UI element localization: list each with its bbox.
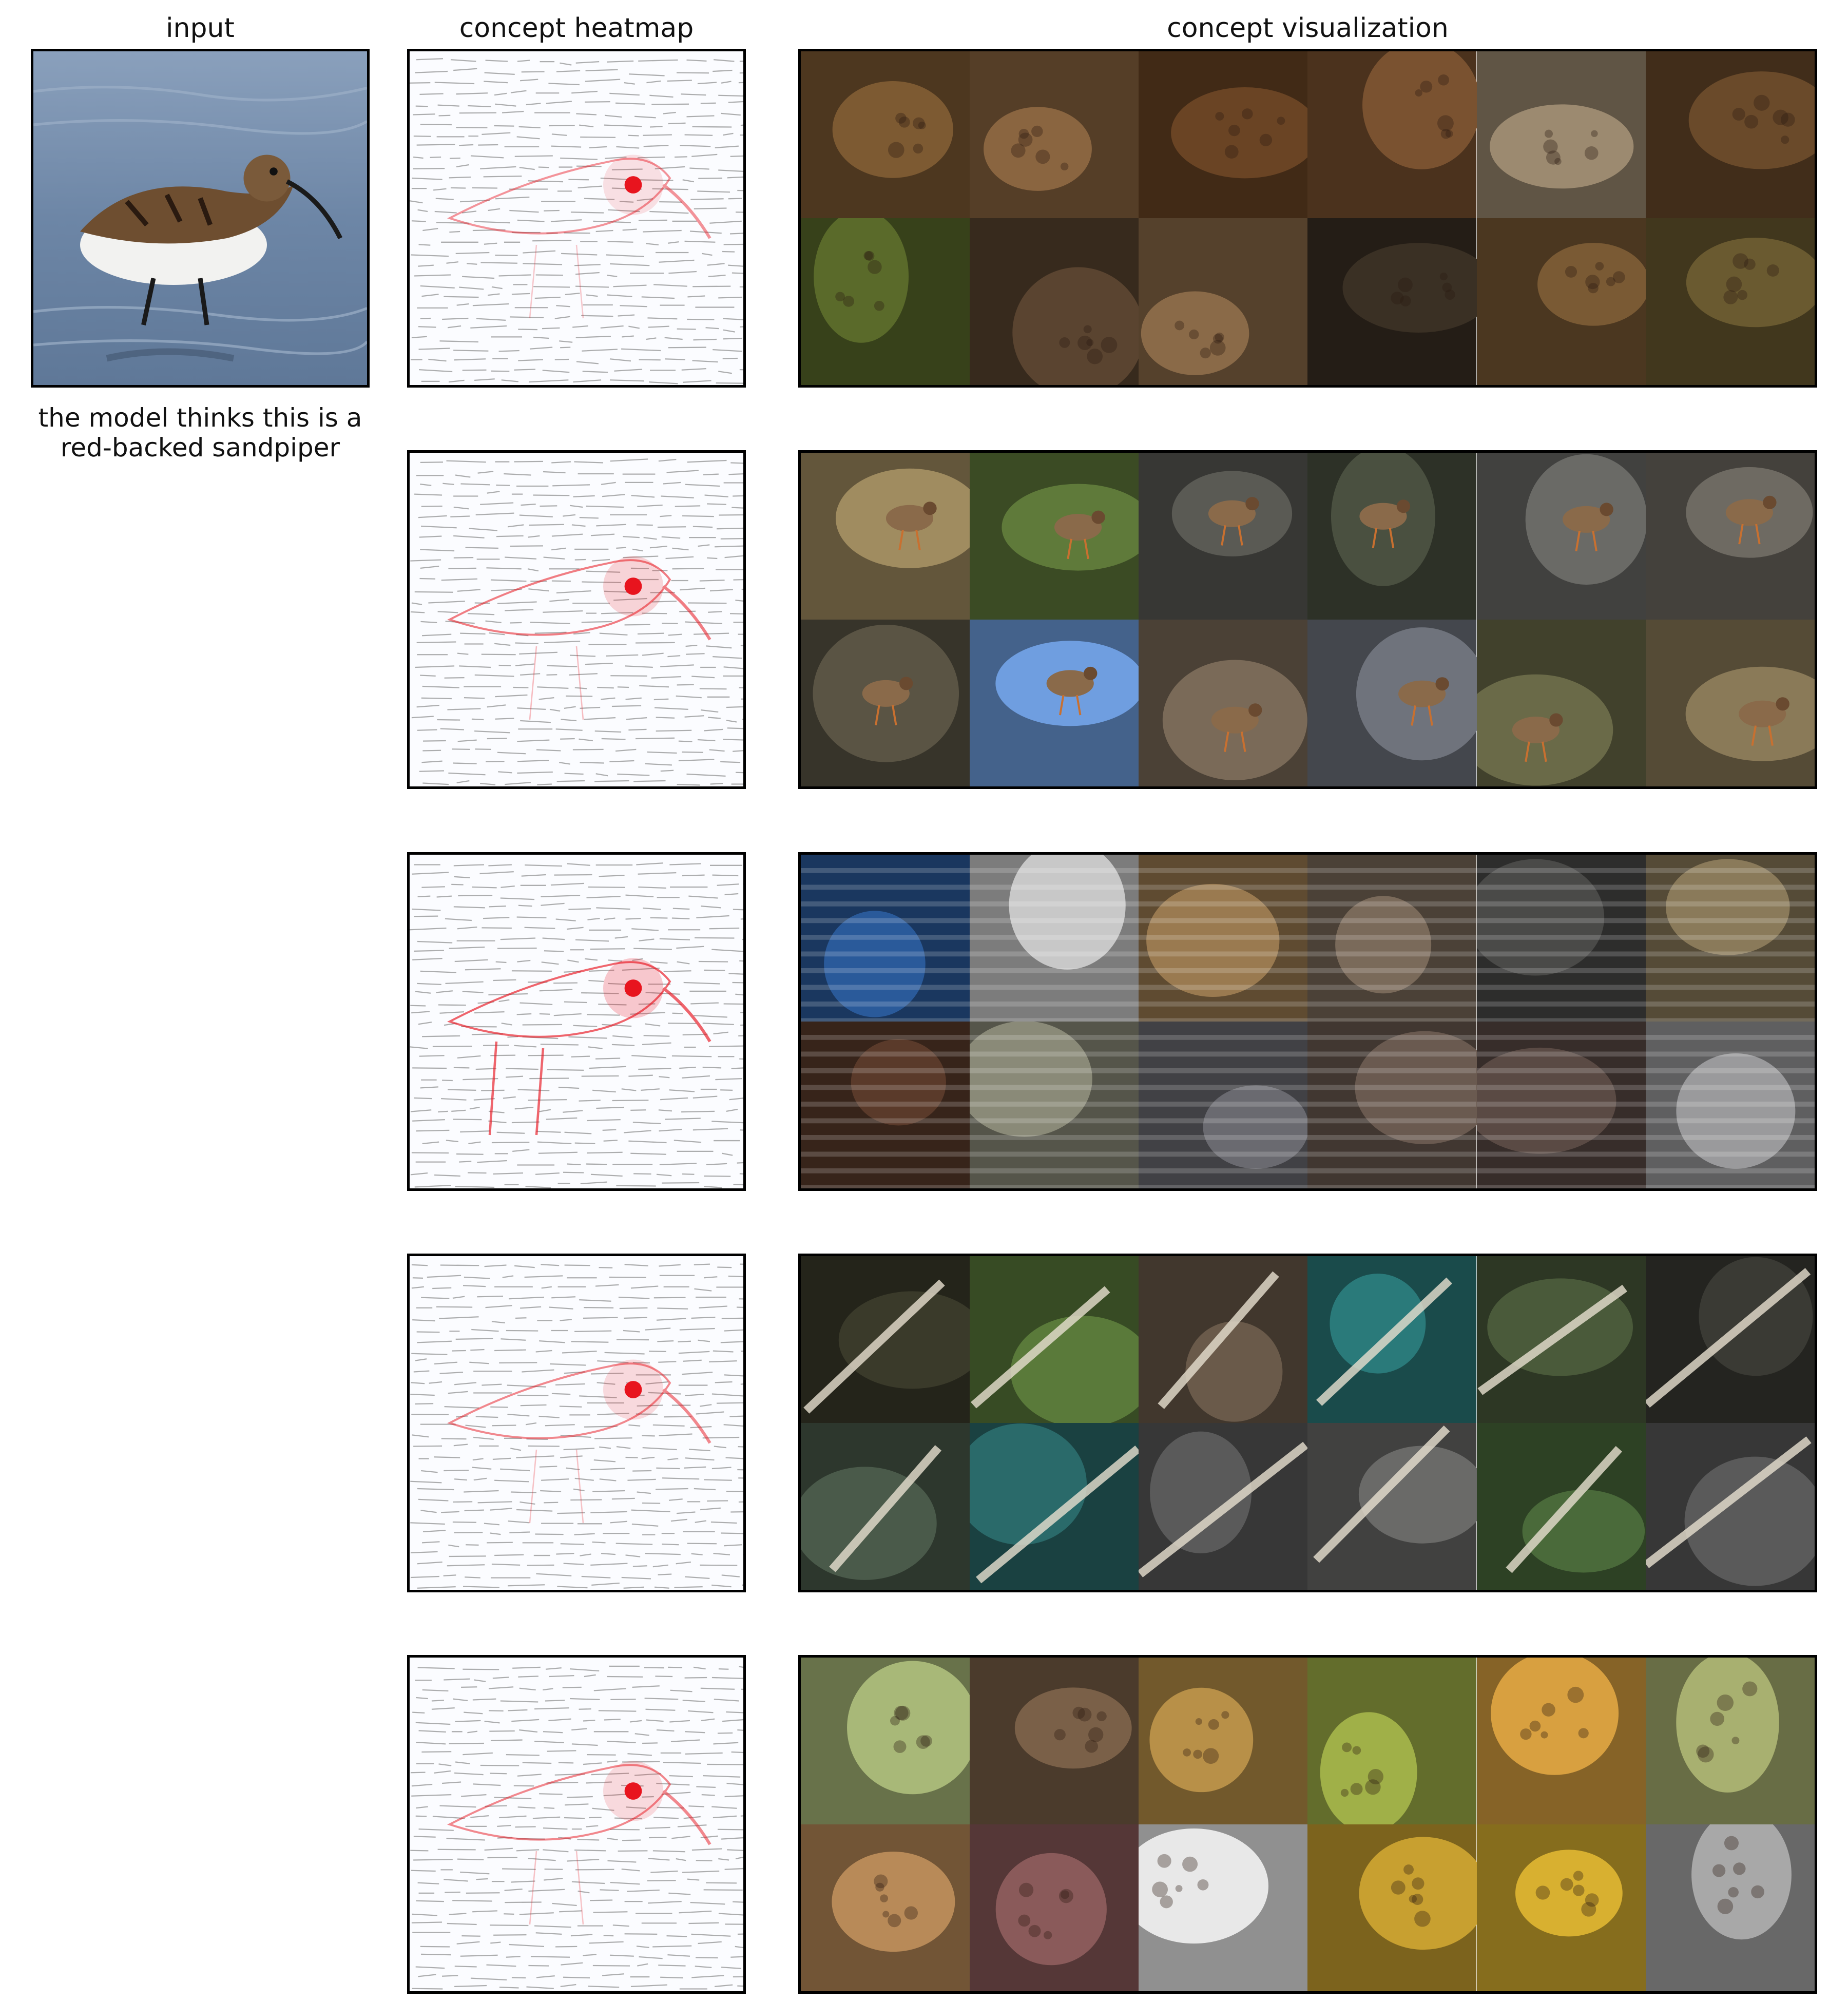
concept-example-tile bbox=[1645, 855, 1815, 1022]
concept-example-tile bbox=[1139, 51, 1308, 218]
concept-example-tile bbox=[1307, 1658, 1477, 1824]
concept-example-tile bbox=[1476, 620, 1646, 786]
concept-example-tile bbox=[970, 453, 1139, 620]
concept-example-tile bbox=[1307, 620, 1477, 786]
concept-example-tile bbox=[1139, 620, 1308, 786]
concept-example-tile bbox=[1139, 855, 1308, 1022]
concept-example-tile bbox=[1645, 620, 1815, 786]
concept-example-tile bbox=[1307, 1022, 1477, 1188]
concept-example-tile bbox=[1645, 218, 1815, 385]
concept-heatmap-2 bbox=[407, 450, 746, 789]
heatmap-column-title: concept heatmap bbox=[459, 13, 694, 44]
concept-example-tile bbox=[970, 1423, 1139, 1590]
concept-heatmap-5 bbox=[407, 1655, 746, 1994]
concept-heatmap-1 bbox=[407, 49, 746, 388]
concept-example-tile bbox=[970, 620, 1139, 786]
concept-example-tile bbox=[801, 620, 970, 786]
concept-example-tile bbox=[1307, 453, 1477, 620]
concept-example-tile bbox=[1307, 1256, 1477, 1423]
concept-heatmap-3 bbox=[407, 852, 746, 1191]
concept-example-tile bbox=[970, 1824, 1139, 1991]
concept-example-tile bbox=[801, 1423, 970, 1590]
concept-example-tile bbox=[1139, 1423, 1308, 1590]
concept-example-tile bbox=[970, 1022, 1139, 1188]
concept-example-tile bbox=[970, 1658, 1139, 1824]
concept-example-tile bbox=[1307, 1824, 1477, 1991]
heatmap-canvas bbox=[410, 1665, 743, 1990]
concept-example-tile bbox=[1645, 51, 1815, 218]
visualization-column-title: concept visualization bbox=[1167, 13, 1449, 44]
concept-example-tile bbox=[970, 218, 1139, 385]
heatmap-canvas bbox=[410, 1263, 743, 1589]
concept-example-tile bbox=[1645, 453, 1815, 620]
concept-example-tile bbox=[1476, 1256, 1646, 1423]
concept-example-tile bbox=[1139, 1256, 1308, 1423]
concept-example-tile bbox=[801, 1022, 970, 1188]
concept-example-tile bbox=[1645, 1423, 1815, 1590]
concept-example-tile bbox=[1645, 1824, 1815, 1991]
concept-example-tile bbox=[1139, 1022, 1308, 1188]
concept-visualization-2 bbox=[798, 450, 1817, 789]
concept-example-tile bbox=[801, 218, 970, 385]
concept-example-tile bbox=[1307, 855, 1477, 1022]
concept-example-tile bbox=[801, 1658, 970, 1824]
concept-example-tile bbox=[1476, 1423, 1646, 1590]
input-image bbox=[31, 49, 370, 388]
prediction-caption: the model thinks this is a red-backed sa… bbox=[0, 403, 400, 463]
concept-visualization-3 bbox=[798, 852, 1817, 1191]
heatmap-canvas bbox=[410, 458, 743, 786]
concept-example-tile bbox=[1476, 1824, 1646, 1991]
concept-example-tile bbox=[1476, 1658, 1646, 1824]
concept-example-tile bbox=[1139, 1658, 1308, 1824]
concept-example-tile bbox=[1476, 218, 1646, 385]
concept-example-tile bbox=[1476, 1022, 1646, 1188]
concept-example-tile bbox=[1645, 1022, 1815, 1188]
concept-visualization-4 bbox=[798, 1254, 1817, 1592]
concept-visualization-1 bbox=[798, 49, 1817, 388]
concept-example-tile bbox=[1307, 51, 1477, 218]
input-column-title: input bbox=[166, 13, 235, 44]
concept-example-tile bbox=[970, 855, 1139, 1022]
concept-example-tile bbox=[1476, 51, 1646, 218]
heatmap-canvas bbox=[410, 862, 743, 1188]
concept-example-tile bbox=[1139, 1824, 1308, 1991]
concept-example-tile bbox=[1307, 1423, 1477, 1590]
concept-example-tile bbox=[801, 1824, 970, 1991]
concept-example-tile bbox=[1139, 218, 1308, 385]
caption-line-2: red-backed sandpiper bbox=[60, 433, 340, 463]
concept-example-tile bbox=[1476, 453, 1646, 620]
concept-heatmap-4 bbox=[407, 1254, 746, 1592]
concept-example-tile bbox=[801, 453, 970, 620]
concept-example-tile bbox=[970, 1256, 1139, 1423]
caption-line-1: the model thinks this is a bbox=[38, 403, 362, 433]
concept-example-tile bbox=[801, 855, 970, 1022]
concept-example-tile bbox=[801, 51, 970, 218]
concept-example-tile bbox=[801, 1256, 970, 1423]
concept-example-tile bbox=[1645, 1256, 1815, 1423]
concept-example-tile bbox=[1307, 218, 1477, 385]
concept-example-tile bbox=[1476, 855, 1646, 1022]
heatmap-canvas bbox=[410, 58, 743, 384]
concept-example-tile bbox=[970, 51, 1139, 218]
concept-visualization-5 bbox=[798, 1655, 1817, 1994]
concept-example-tile bbox=[1139, 453, 1308, 620]
concept-example-tile bbox=[1645, 1658, 1815, 1824]
